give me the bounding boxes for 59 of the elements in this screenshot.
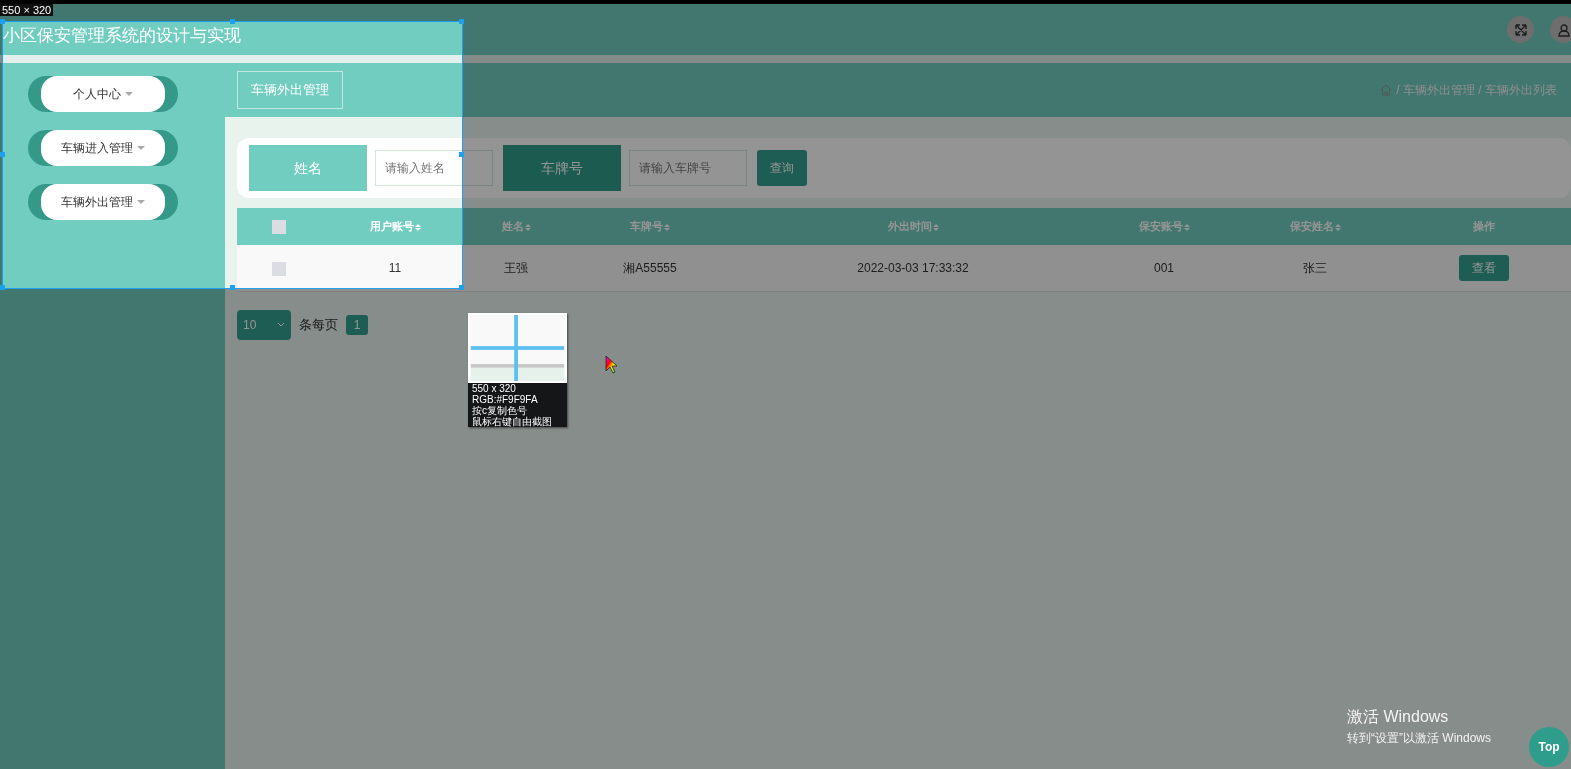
breadcrumb: / 车辆外出管理 / 车辆外出列表 <box>1396 82 1557 99</box>
app-title: 小区保安管理系统的设计与实现 <box>2 24 241 45</box>
fullscreen-icon[interactable] <box>1513 22 1528 37</box>
page-button[interactable]: 1 <box>346 314 368 335</box>
table-cell: 2022-03-03 17:33:32 <box>857 260 969 275</box>
resize-handle[interactable] <box>229 285 235 290</box>
fullscreen-button[interactable] <box>1507 16 1534 43</box>
search-button[interactable]: 查询 <box>757 150 807 186</box>
column-header[interactable]: 外出时间 <box>738 208 1088 245</box>
table-cell: 王强 <box>504 260 528 275</box>
table-cell: 湘A55555 <box>623 260 677 275</box>
sort-icon[interactable] <box>1183 223 1190 231</box>
sort-icon[interactable] <box>414 223 421 231</box>
resize-handle[interactable] <box>459 285 464 290</box>
table-cell: 001 <box>1154 260 1174 275</box>
sort-icon[interactable] <box>1334 223 1341 231</box>
chevron-icon[interactable] <box>277 322 285 327</box>
column-header[interactable]: 车牌号 <box>562 208 738 245</box>
search-field[interactable]: 请输入姓名 <box>375 150 493 186</box>
resize-handle[interactable] <box>459 152 464 157</box>
column-header[interactable]: 保安姓名 <box>1240 208 1390 245</box>
user-icon[interactable] <box>1556 22 1571 37</box>
column-header: 操作 <box>1390 208 1571 245</box>
magnifier-text: RGB:#F9F9FA <box>471 394 539 405</box>
resize-handle[interactable] <box>0 152 5 157</box>
page-tab[interactable]: 车辆外出管理 <box>237 71 343 109</box>
column-header[interactable]: 保安账号 <box>1088 208 1240 245</box>
back-to-top-button[interactable]: Top <box>1529 727 1569 767</box>
table-cell: 张三 <box>1303 260 1327 275</box>
sidebar-item[interactable]: 车辆外出管理 <box>28 184 178 220</box>
field-label: 姓名 <box>249 145 367 191</box>
field-label: 车牌号 <box>503 145 621 191</box>
page-size-select[interactable]: 10 <box>237 309 291 340</box>
select-all-checkbox[interactable] <box>271 220 286 235</box>
page-size-label: 条每页 <box>299 315 338 334</box>
magnifier-text: 550 x 320 <box>471 383 517 394</box>
cursor-icon <box>605 355 619 375</box>
sort-icon[interactable] <box>932 223 939 231</box>
table-cell: 11 <box>388 260 402 275</box>
resize-handle[interactable] <box>229 19 235 24</box>
resize-handle[interactable] <box>0 19 5 24</box>
row-checkbox[interactable] <box>271 261 286 276</box>
resize-handle[interactable] <box>459 19 464 24</box>
sort-icon[interactable] <box>524 223 531 231</box>
size-label: 550 × 320 <box>0 4 54 16</box>
activation-notice: 转到“设置”以激活 Windows <box>1347 730 1491 747</box>
magnifier-text: 鼠标右键自由截图 <box>471 416 553 427</box>
search-field[interactable]: 请输入车牌号 <box>629 150 747 186</box>
sidebar-item[interactable]: 个人中心 <box>28 76 178 112</box>
user-button[interactable] <box>1550 16 1571 43</box>
home-icon[interactable] <box>1380 84 1393 96</box>
column-header[interactable]: 姓名 <box>470 208 562 245</box>
sidebar-item[interactable]: 车辆进入管理 <box>28 130 178 166</box>
column-header[interactable]: 用户账号 <box>320 208 470 245</box>
view-button[interactable]: 查看 <box>1458 254 1509 281</box>
resize-handle[interactable] <box>0 285 5 290</box>
sort-icon[interactable] <box>664 223 670 231</box>
magnifier-text: 按c复制色号 <box>471 405 527 416</box>
activation-notice: 激活 Windows <box>1347 707 1450 727</box>
